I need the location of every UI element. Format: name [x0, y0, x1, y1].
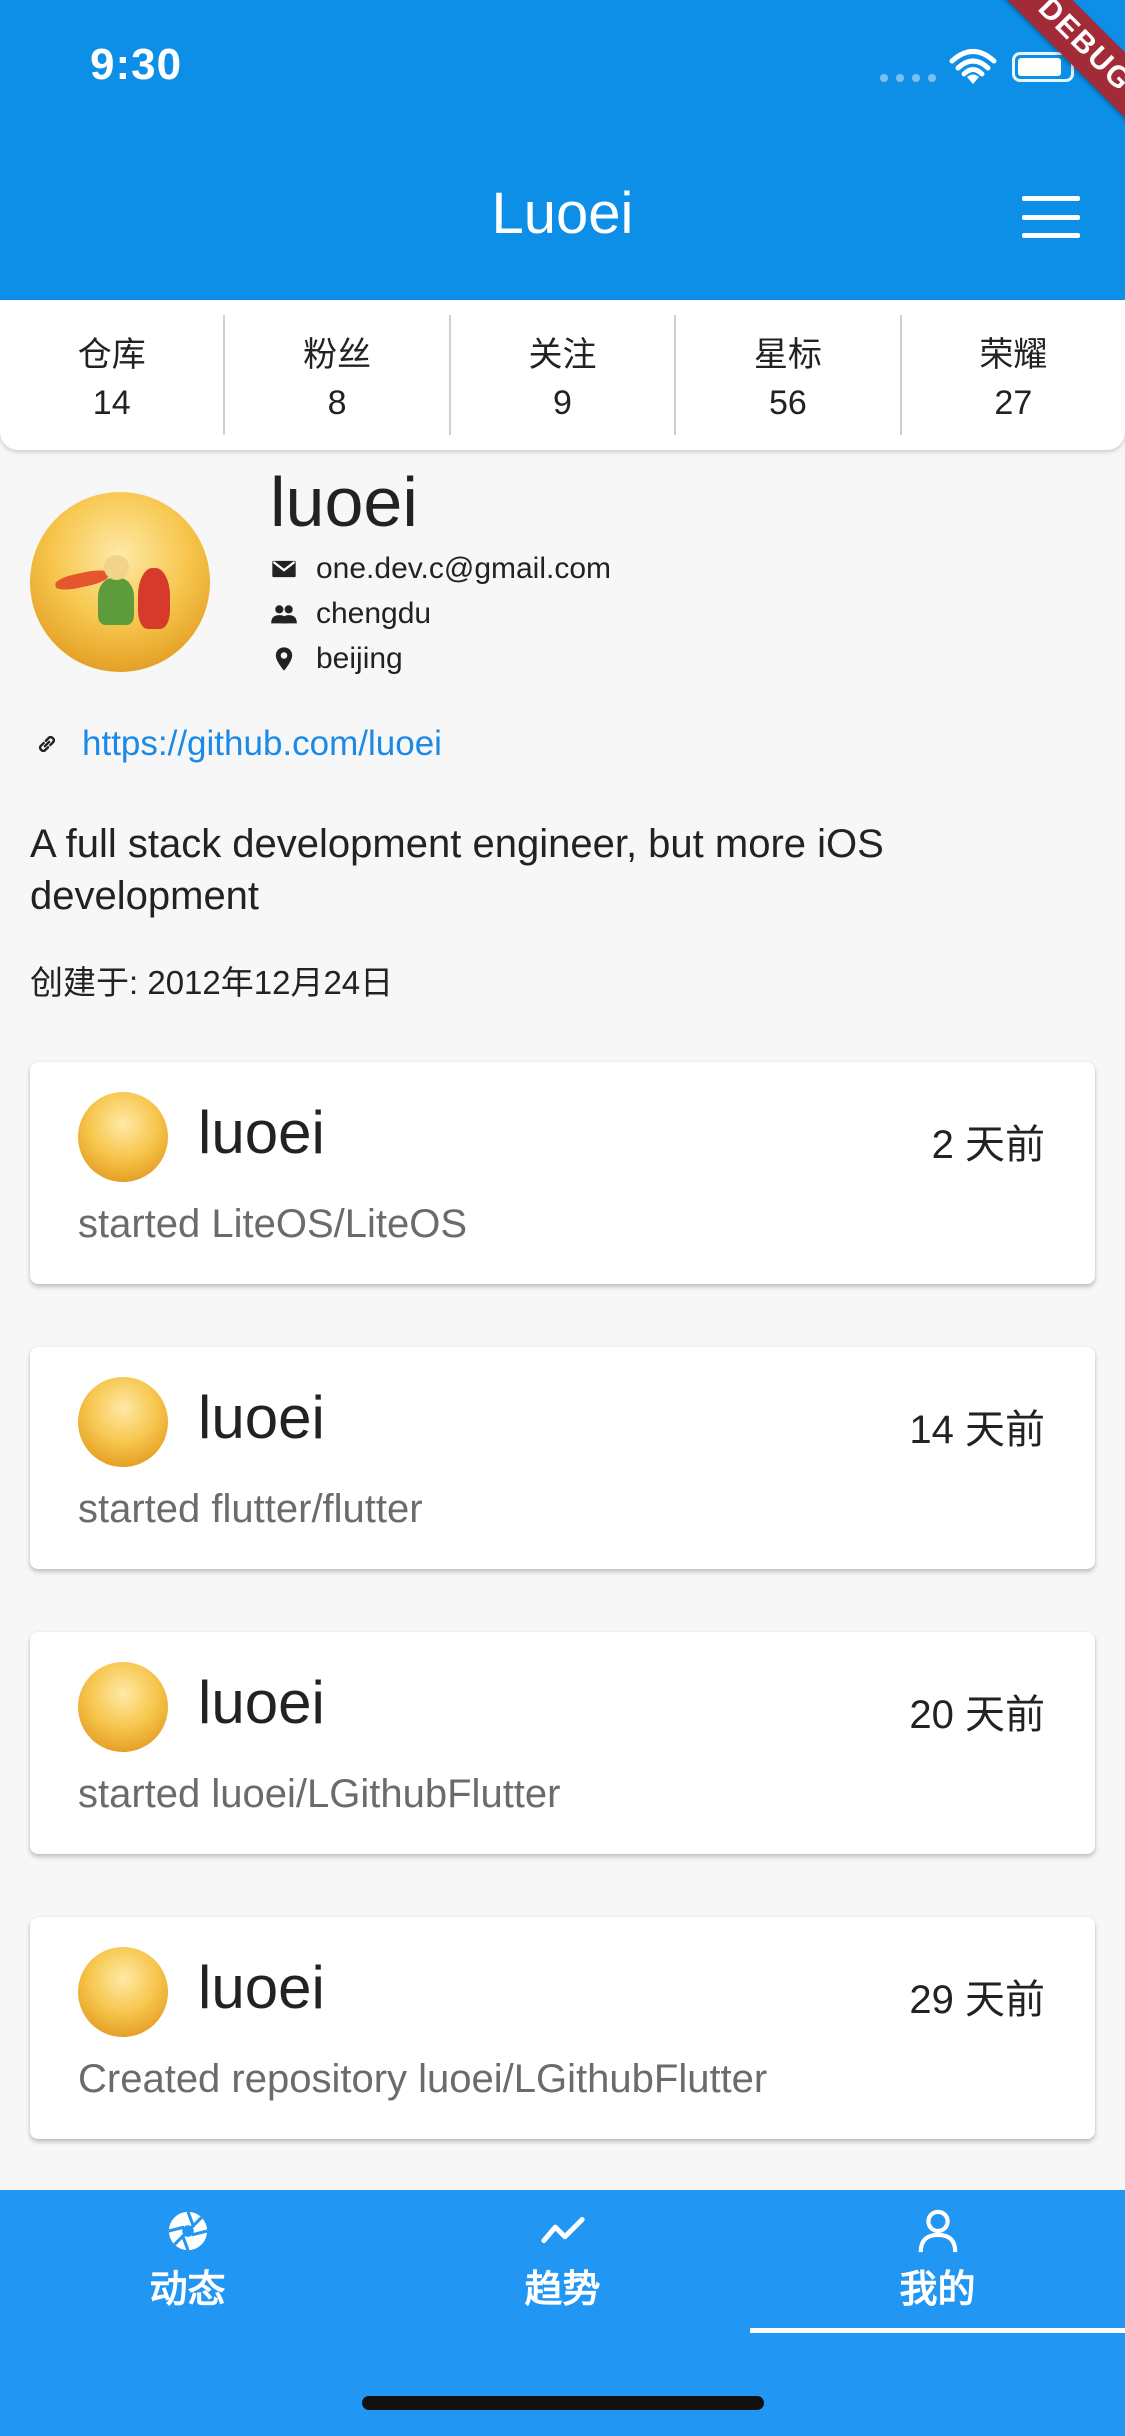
- stat-honor[interactable]: 荣耀 27: [902, 315, 1125, 435]
- event-action: started luoei/LGithubFlutter: [78, 1772, 561, 1816]
- stat-followers[interactable]: 粉丝 8: [225, 315, 451, 435]
- company-row: chengdu: [270, 597, 431, 631]
- profile-company: chengdu: [316, 597, 432, 630]
- location-pin-icon: [275, 647, 293, 671]
- event-card[interactable]: luoei 20 天前 started luoei/LGithubFlutter: [30, 1632, 1095, 1854]
- nav-tab-mine[interactable]: 我的: [750, 2208, 1125, 2328]
- profile-bio: A full stack development engineer, but m…: [30, 822, 884, 918]
- stat-repos[interactable]: 仓库 14: [0, 315, 226, 435]
- link-icon: [39, 736, 55, 752]
- wifi-icon: [949, 49, 997, 84]
- event-user: luoei: [198, 1384, 325, 1451]
- person-icon: [918, 2209, 957, 2253]
- event-avatar: [78, 1947, 168, 2037]
- nav-tab-activity[interactable]: 动态: [0, 2208, 375, 2328]
- profile-location: beijing: [316, 642, 403, 675]
- app-bar: 9:30 DEBUG Luoei: [0, 0, 1125, 300]
- stat-following[interactable]: 关注 9: [451, 315, 677, 435]
- event-user: luoei: [198, 1099, 325, 1166]
- event-action: started flutter/flutter: [78, 1487, 423, 1531]
- event-user: luoei: [198, 1954, 325, 2021]
- event-avatar: [78, 1377, 168, 1467]
- nav-tab-trend[interactable]: 趋势: [375, 2208, 750, 2328]
- profile-link-text[interactable]: https://github.com/luoei: [82, 724, 442, 764]
- nav-label: 趋势: [524, 2269, 601, 2311]
- stat-label: 关注: [528, 336, 597, 374]
- event-user: luoei: [198, 1669, 325, 1736]
- stat-label: 荣耀: [979, 336, 1048, 374]
- stat-value: 27: [994, 384, 1033, 422]
- profile-created-date: 创建于: 2012年12月24日: [30, 964, 394, 1001]
- event-avatar: [78, 1092, 168, 1182]
- profile-link[interactable]: https://github.com/luoei: [34, 724, 442, 764]
- nav-label: 我的: [899, 2269, 976, 2311]
- stat-label: 粉丝: [303, 336, 372, 374]
- event-card[interactable]: luoei 29 天前 Created repository luoei/LGi…: [30, 1917, 1095, 2139]
- stats-bar: 仓库 14 粉丝 8 关注 9 星标 56 荣耀 27: [0, 300, 1125, 450]
- nav-label: 动态: [149, 2269, 226, 2311]
- event-time: 14 天前: [909, 1408, 1045, 1452]
- status-time: 9:30: [90, 40, 183, 89]
- event-avatar: [78, 1662, 168, 1752]
- stat-value: 9: [553, 384, 572, 422]
- email-row: one.dev.c@gmail.com: [270, 552, 611, 586]
- nav-selected-indicator: [750, 2328, 1125, 2333]
- group-icon: [271, 605, 297, 624]
- event-card[interactable]: luoei 14 天前 started flutter/flutter: [30, 1347, 1095, 1569]
- event-time: 20 天前: [909, 1693, 1045, 1737]
- page-title: Luoei: [491, 181, 634, 246]
- event-time: 2 天前: [931, 1123, 1045, 1167]
- event-time: 29 天前: [909, 1978, 1045, 2022]
- trend-icon: [540, 2217, 585, 2244]
- stat-label: 星标: [753, 336, 822, 374]
- home-indicator[interactable]: [362, 2396, 764, 2410]
- event-action: started LiteOS/LiteOS: [78, 1202, 468, 1246]
- aperture-icon: [167, 2211, 208, 2251]
- mail-icon: [272, 560, 296, 578]
- stat-value: 56: [769, 384, 807, 422]
- stat-value: 14: [92, 384, 131, 422]
- stat-stars[interactable]: 星标 56: [676, 315, 902, 435]
- location-row: beijing: [270, 642, 403, 676]
- stat-value: 8: [327, 384, 347, 422]
- menu-icon[interactable]: [1022, 196, 1080, 238]
- event-action: Created repository luoei/LGithubFlutter: [78, 2057, 768, 2101]
- event-card[interactable]: luoei 2 天前 started LiteOS/LiteOS: [30, 1062, 1095, 1284]
- signal-icon: [880, 74, 936, 82]
- avatar[interactable]: [30, 492, 210, 672]
- stat-label: 仓库: [77, 336, 146, 374]
- profile-username: luoei: [270, 463, 418, 541]
- profile-email: one.dev.c@gmail.com: [316, 552, 612, 585]
